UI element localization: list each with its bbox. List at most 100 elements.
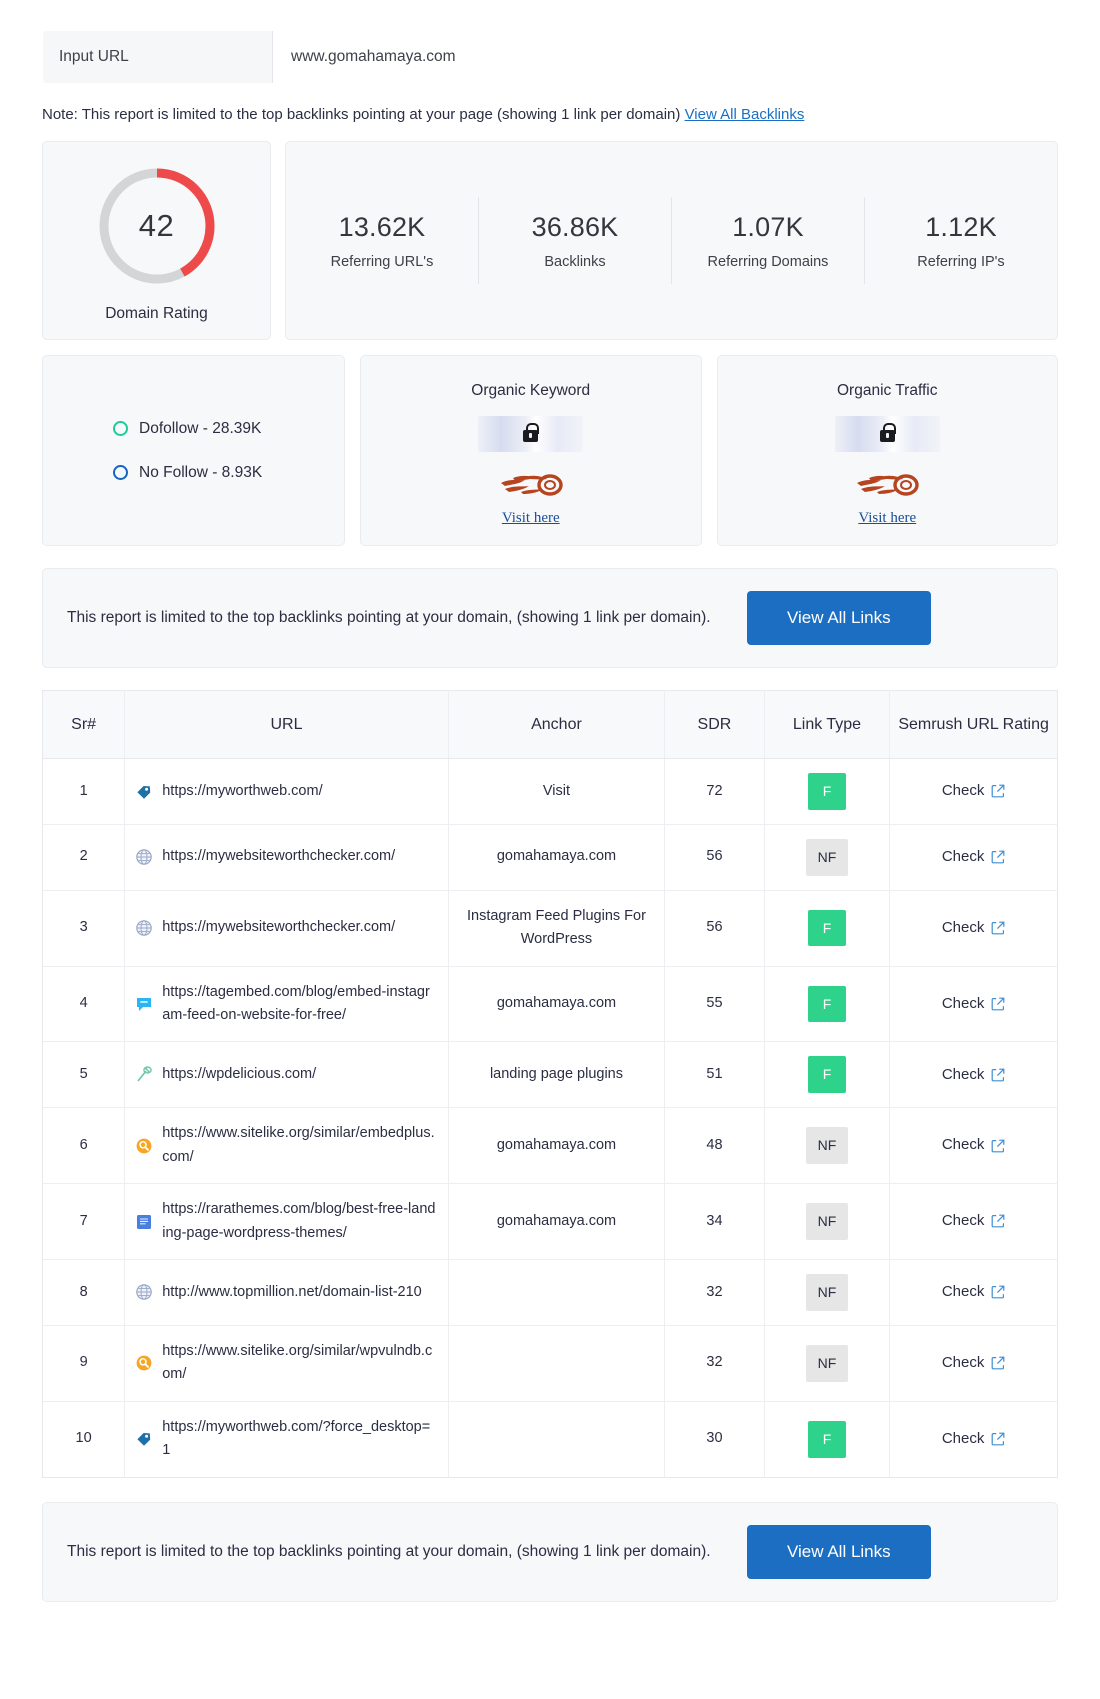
organic-keyword-visit-link[interactable]: Visit here [502, 510, 560, 527]
view-all-links-button-top[interactable]: View All Links [747, 591, 931, 645]
cell-anchor: landing page plugins [448, 1041, 666, 1109]
check-rating-link[interactable]: Check [942, 916, 1006, 940]
url-text: https://www.sitelike.org/similar/embedpl… [162, 1125, 435, 1165]
cell-url[interactable]: https://myworthweb.com/?force_desktop=1 [124, 1401, 449, 1478]
cell-url[interactable]: https://wpdelicious.com/ [124, 1041, 449, 1109]
check-label: Check [941, 918, 985, 936]
nofollow-ring-icon [113, 465, 128, 480]
stats-card: 13.62K Referring URL's 36.86K Backlinks … [285, 141, 1058, 340]
check-label: Check [941, 994, 985, 1012]
dofollow-item: Dofollow - 28.39K [113, 420, 344, 438]
domain-rating-value: 42 [138, 208, 175, 243]
link-type-badge: NF [805, 1344, 849, 1382]
organic-keyword-locked-value [478, 416, 584, 452]
flame-icon [857, 474, 919, 496]
header-url: URL [124, 690, 449, 760]
check-rating-link[interactable]: Check [942, 1280, 1006, 1304]
cell-sdr: 72 [664, 758, 765, 825]
header-link-type: Link Type [764, 690, 891, 760]
stat-value: 1.12K [925, 212, 997, 243]
cell-url[interactable]: https://mywebsiteworthchecker.com/ [124, 890, 449, 967]
cell-url[interactable]: https://mywebsiteworthchecker.com/ [124, 824, 449, 891]
url-text: https://myworthweb.com/ [162, 782, 323, 799]
dofollow-ring-icon [113, 421, 128, 436]
stat-value: 36.86K [531, 212, 619, 243]
check-rating-link[interactable]: Check [942, 1351, 1006, 1375]
cell-url[interactable]: https://myworthweb.com/ [124, 758, 449, 825]
url-text: https://myworthweb.com/?force_desktop=1 [162, 1418, 431, 1459]
backlinks-header-row: Sr# URL Anchor SDR Link Type Semrush URL… [42, 690, 1058, 760]
url-text: https://mywebsiteworthchecker.com/ [162, 919, 396, 936]
external-link-icon [991, 850, 1005, 864]
table-row: 3 https://mywebsiteworthchecker.com/Insta… [42, 890, 1058, 967]
table-row: 7 https://rarathemes.com/blog/best-free-l… [42, 1183, 1058, 1261]
link-type-badge: F [807, 1420, 846, 1458]
cell-link-type: F [764, 1401, 891, 1478]
link-type-badge: NF [805, 1203, 849, 1240]
cell-sr: 4 [42, 966, 126, 1043]
link-type-badge: F [807, 909, 846, 947]
external-link-icon [991, 785, 1005, 798]
check-rating-link[interactable]: Check [942, 845, 1006, 869]
stat-label: Referring URL's [330, 253, 434, 270]
input-url-label: Input URL [43, 31, 273, 83]
cell-url[interactable]: https://tagembed.com/blog/embed-instagra… [124, 966, 449, 1043]
organic-traffic-card: Organic Traffic Visit here [716, 355, 1058, 546]
stat-backlinks: 36.86K Backlinks [479, 197, 672, 284]
link-type-badge: NF [805, 1127, 849, 1164]
url-text: https://mywebsiteworthchecker.com/ [162, 848, 396, 865]
cell-sdr: 34 [664, 1183, 765, 1261]
url-text: http://www.topmillion.net/domain-list-21… [162, 1283, 422, 1300]
report-note-text: Note: This report is limited to the top … [42, 106, 681, 123]
cell-sr: 1 [42, 758, 126, 825]
nofollow-label: No Follow - 8.93K [139, 463, 263, 481]
backlinks-table: Sr# URL Anchor SDR Link Type Semrush URL… [42, 690, 1058, 1478]
table-row: 2 https://mywebsiteworthchecker.com/gomah… [42, 824, 1058, 891]
external-link-icon [991, 1215, 1005, 1228]
report-note: Note: This report is limited to the top … [42, 104, 1058, 125]
external-link-icon [991, 1356, 1005, 1370]
cell-sdr: 32 [664, 1325, 765, 1402]
cell-anchor: gomahamaya.com [448, 824, 666, 891]
cell-url[interactable]: https://www.sitelike.org/similar/embedpl… [124, 1107, 449, 1185]
cell-link-type: NF [764, 1107, 891, 1185]
check-label: Check [941, 1065, 985, 1083]
table-row: 1 https://myworthweb.com/Visit 72 F Check [42, 758, 1058, 825]
cell-url[interactable]: https://rarathemes.com/blog/best-free-la… [124, 1183, 449, 1261]
check-rating-link[interactable]: Check [942, 1133, 1006, 1157]
external-link-icon [991, 1285, 1005, 1299]
check-rating-link[interactable]: Check [942, 992, 1006, 1016]
cell-url[interactable]: https://www.sitelike.org/similar/wpvulnd… [124, 1325, 449, 1402]
check-rating-link[interactable]: Check [942, 1209, 1006, 1233]
organic-traffic-visit-link[interactable]: Visit here [858, 510, 916, 527]
domain-rating-gauge: 42 [95, 164, 219, 288]
cell-semrush-rating: Check [889, 1325, 1058, 1402]
view-all-backlinks-link[interactable]: View All Backlinks [685, 106, 805, 123]
check-rating-link[interactable]: Check [942, 1427, 1006, 1451]
stat-value: 13.62K [338, 212, 426, 243]
tagembed-icon [137, 997, 152, 1011]
table-row: 5 https://wpdelicious.com/landing page pl… [42, 1041, 1058, 1109]
stat-label: Referring IP's [917, 253, 1005, 270]
check-label: Check [941, 1353, 985, 1371]
view-all-links-button-bottom[interactable]: View All Links [747, 1524, 931, 1579]
summary-row: 42 Domain Rating 13.62K Referring URL's … [42, 141, 1058, 340]
cell-semrush-rating: Check [889, 1107, 1058, 1185]
check-label: Check [941, 1212, 985, 1230]
stat-referring-ips: 1.12K Referring IP's [865, 197, 1057, 284]
link-type-badge: F [807, 773, 846, 810]
whisk-icon [137, 1066, 153, 1082]
cell-semrush-rating: Check [889, 890, 1058, 967]
cell-url[interactable]: http://www.topmillion.net/domain-list-21… [124, 1259, 449, 1326]
url-text: https://tagembed.com/blog/embed-instagra… [162, 983, 430, 1023]
cell-semrush-rating: Check [889, 1183, 1058, 1261]
cell-sr: 3 [42, 890, 126, 967]
cell-link-type: NF [764, 1259, 891, 1326]
table-row: 4 https://tagembed.com/blog/embed-instagr… [42, 966, 1058, 1043]
stat-value: 1.07K [732, 212, 804, 243]
url-text: https://rarathemes.com/blog/best-free-la… [162, 1201, 436, 1241]
check-rating-link[interactable]: Check [942, 1063, 1006, 1087]
cell-link-type: NF [764, 1325, 891, 1402]
check-rating-link[interactable]: Check [942, 779, 1006, 803]
cell-anchor: gomahamaya.com [448, 966, 666, 1043]
